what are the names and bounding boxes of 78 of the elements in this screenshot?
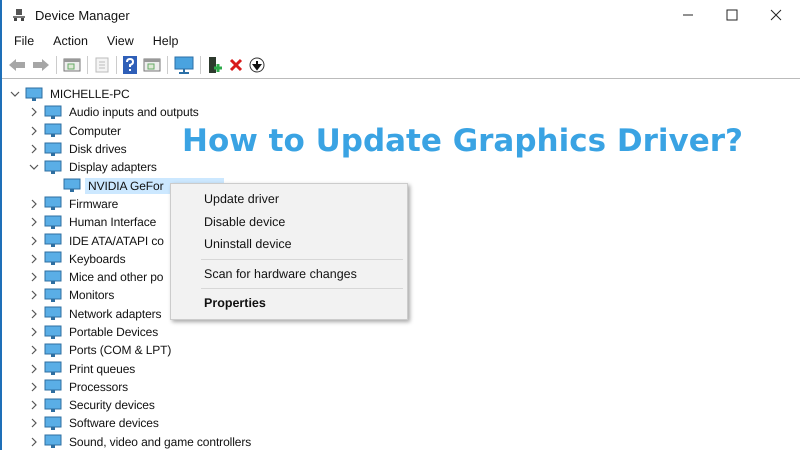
expand-chevron-icon[interactable] <box>29 198 39 209</box>
tree-item[interactable]: Disk drives <box>66 141 130 158</box>
tree-item[interactable]: Mice and other po <box>66 269 166 286</box>
tree-item[interactable]: Human Interface <box>66 214 160 230</box>
device-icon <box>44 233 62 248</box>
expand-chevron-icon[interactable] <box>29 345 39 356</box>
device-icon <box>44 142 62 157</box>
expand-chevron-icon[interactable] <box>29 382 39 392</box>
expand-chevron-icon[interactable] <box>29 290 39 300</box>
tree-item[interactable]: Security devices <box>66 397 158 414</box>
monitor-icon[interactable] <box>174 56 194 74</box>
device-icon <box>25 86 43 102</box>
expand-chevron-icon[interactable] <box>29 236 39 246</box>
device-icon <box>63 178 81 194</box>
tree-item[interactable]: Portable Devices <box>66 324 162 340</box>
help-icon[interactable] <box>123 56 137 74</box>
expand-chevron-icon[interactable] <box>29 400 39 410</box>
device-icon <box>44 434 62 450</box>
device-add-icon[interactable] <box>207 56 223 74</box>
tree-item[interactable]: Computer <box>66 122 124 139</box>
expand-chevron-icon[interactable] <box>29 126 39 136</box>
expand-chevron-icon[interactable] <box>29 272 39 282</box>
device-icon <box>44 379 62 394</box>
device-icon <box>44 160 62 175</box>
tree-item[interactable]: Processors <box>66 378 132 395</box>
menu-item[interactable]: View <box>106 34 134 48</box>
tree-item[interactable]: Monitors <box>66 287 118 304</box>
tree-item[interactable]: Ports (COM & LPT) <box>66 342 174 358</box>
tree-item[interactable]: Audio inputs and outputs <box>66 104 202 120</box>
computer-icon <box>12 8 26 22</box>
tree-item[interactable]: IDE ATA/ATAPI co <box>66 232 167 249</box>
device-icon <box>44 306 62 322</box>
collapse-chevron-icon[interactable] <box>29 162 39 172</box>
menu-item[interactable]: File <box>14 34 34 48</box>
expand-chevron-icon[interactable] <box>29 308 39 319</box>
tree-item[interactable]: Display adapters <box>66 159 160 176</box>
tree-item[interactable]: MICHELLE-PC <box>47 86 133 102</box>
close-icon[interactable] <box>770 9 782 21</box>
menu-option[interactable]: Disable device <box>173 210 405 233</box>
download-icon[interactable] <box>249 57 265 73</box>
device-icon <box>44 416 62 431</box>
window-title: Device Manager <box>35 8 130 22</box>
device-icon <box>44 270 62 285</box>
expand-chevron-icon[interactable] <box>29 327 39 337</box>
device-icon <box>44 324 62 340</box>
panel-icon[interactable] <box>143 57 161 73</box>
panel-icon[interactable] <box>63 57 81 73</box>
tree-item[interactable]: Software devices <box>66 415 162 432</box>
expand-chevron-icon[interactable] <box>29 436 39 447</box>
expand-chevron-icon[interactable] <box>29 254 39 264</box>
device-icon <box>44 361 62 376</box>
menu-option[interactable]: Uninstall device <box>173 233 405 256</box>
menu-item[interactable]: Help <box>152 34 178 48</box>
tree-item[interactable]: Network adapters <box>66 306 164 322</box>
device-icon <box>44 104 62 120</box>
device-icon <box>44 342 62 358</box>
device-icon <box>44 196 62 212</box>
menu-item[interactable]: Action <box>53 34 88 48</box>
expand-chevron-icon[interactable] <box>29 418 39 428</box>
menu-option[interactable]: Properties <box>173 292 405 314</box>
collapse-chevron-icon[interactable] <box>10 89 20 100</box>
tree-item[interactable]: Firmware <box>66 196 122 212</box>
menu-option[interactable]: Scan for hardware changes <box>173 262 405 285</box>
device-icon <box>44 123 62 138</box>
maximize-icon[interactable] <box>726 9 738 21</box>
expand-chevron-icon[interactable] <box>29 217 39 228</box>
tree-item[interactable]: Keyboards <box>66 250 128 267</box>
tree-item[interactable]: Print queues <box>66 360 138 377</box>
device-icon <box>44 288 62 303</box>
delete-icon[interactable] <box>229 58 243 72</box>
expand-chevron-icon[interactable] <box>29 144 39 154</box>
headline: How to Update Graphics Driver? <box>182 123 743 159</box>
device-icon <box>44 398 62 413</box>
expand-chevron-icon[interactable] <box>29 107 39 118</box>
tree-item[interactable]: Sound, video and game controllers <box>66 434 254 450</box>
expand-chevron-icon[interactable] <box>29 364 39 374</box>
device-icon <box>44 251 62 266</box>
device-icon <box>44 214 62 230</box>
